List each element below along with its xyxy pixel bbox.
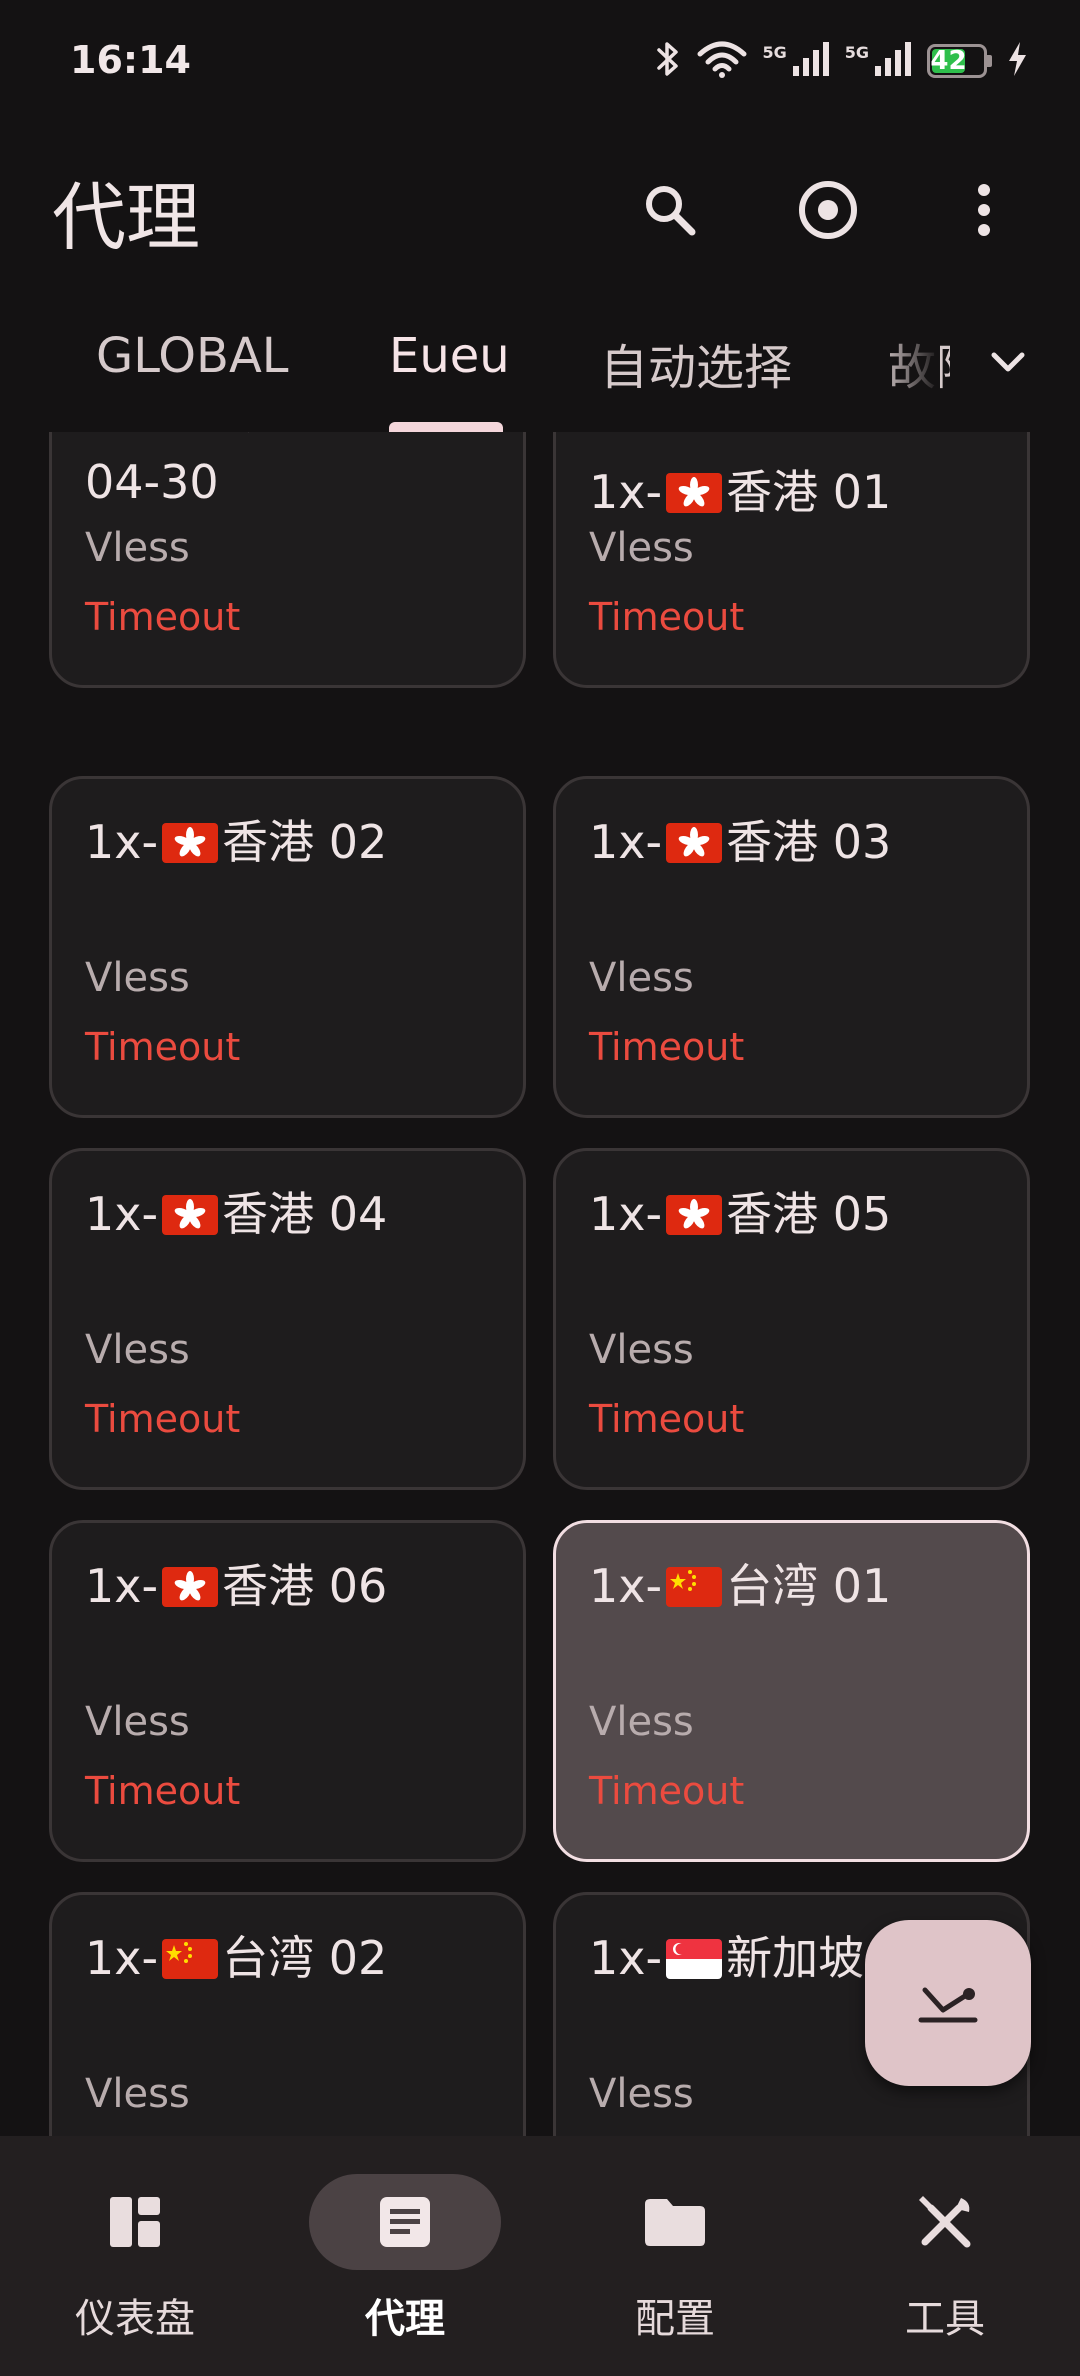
tab-indicator [389, 422, 503, 432]
proxy-card[interactable]: 套餐到期：2026-04-30 Vless Timeout [49, 432, 526, 688]
battery-icon: 42 [927, 44, 992, 78]
tab-fade [880, 300, 940, 432]
proxy-delay: Timeout [589, 595, 745, 639]
target-icon[interactable] [788, 170, 868, 250]
tw-flag-icon [162, 1938, 219, 1979]
proxy-type: Vless [589, 955, 694, 1001]
sg-flag-icon [666, 1938, 723, 1979]
proxy-type: Vless [85, 955, 190, 1001]
nav-dashboard[interactable]: 仪表盘 [0, 2136, 270, 2376]
collapse-fab[interactable] [865, 1920, 1031, 2086]
nav-profiles[interactable]: 配置 [540, 2136, 810, 2376]
hk-flag-icon [666, 822, 723, 863]
proxy-type: Vless [85, 1327, 190, 1373]
proxy-card[interactable]: 1x- 香港 01 Vless Timeout [553, 432, 1030, 688]
proxy-name: 1x- 香港 06 [85, 1559, 388, 1613]
proxy-card[interactable]: 1x- 香港 05 Vless Timeout [553, 1148, 1030, 1490]
proxy-delay: Timeout [85, 1397, 241, 1441]
collapse-icon [913, 1976, 983, 2030]
tw-flag-icon [666, 1566, 723, 1607]
tab-eueu[interactable]: Eueu [389, 328, 510, 384]
charging-icon [1006, 41, 1028, 81]
proxy-type: Vless [85, 2071, 190, 2117]
chevron-down-icon[interactable] [976, 330, 1040, 394]
proxy-name: 1x- 香港 04 [85, 1187, 388, 1241]
proxy-delay: Timeout [589, 1769, 745, 1813]
status-icons: 5G 5G 42 [654, 40, 1028, 82]
hk-flag-icon [162, 822, 219, 863]
hk-flag-icon [666, 472, 723, 513]
proxy-delay: Timeout [85, 1769, 241, 1813]
nav-label: 代理 [365, 2296, 445, 2342]
nav-proxies[interactable]: 代理 [270, 2136, 540, 2376]
more-vert-icon[interactable] [944, 170, 1024, 250]
proxy-name: 1x- 台湾 01 [589, 1559, 892, 1613]
nav-tools[interactable]: 工具 [810, 2136, 1080, 2376]
proxy-card[interactable]: 1x- 台湾 02 Vless [49, 1892, 526, 2136]
hk-flag-icon [162, 1194, 219, 1235]
proxy-card[interactable]: 1x- 香港 06 Vless Timeout [49, 1520, 526, 1862]
bluetooth-icon [654, 40, 682, 82]
proxy-type: Vless [589, 525, 694, 571]
status-bar: 16:14 5G 5G 42 [0, 0, 1080, 120]
nav-label: 仪表盘 [75, 2296, 195, 2342]
proxy-name: 1x- 香港 05 [589, 1187, 892, 1241]
signal-icon [873, 40, 913, 82]
proxy-grid: 套餐到期：2026-04-30 Vless Timeout 1x-香港 01 V… [0, 432, 1080, 2136]
proxy-type: Vless [589, 1327, 694, 1373]
proxy-name: 1x- 香港 03 [589, 815, 892, 869]
search-icon[interactable] [630, 170, 710, 250]
proxy-delay: Timeout [85, 595, 241, 639]
hk-flag-icon [162, 1566, 219, 1607]
proxy-name: 1x- 香港 01 [589, 465, 892, 519]
group-tabs: GLOBAL Eueu 自动选择 故障 [0, 300, 1080, 432]
folder-icon [579, 2174, 771, 2270]
proxy-type: Vless [589, 2071, 694, 2117]
tab-auto-select[interactable]: 自动选择 [600, 328, 792, 398]
signal-icon [791, 40, 831, 82]
proxy-type: Vless [589, 1699, 694, 1745]
article-icon [309, 2174, 501, 2270]
proxy-card[interactable]: 1x- 香港 03 Vless Timeout [553, 776, 1030, 1118]
network-label: 5G [762, 42, 787, 62]
status-time: 16:14 [70, 38, 191, 82]
app-bar: 代理 [0, 130, 1080, 280]
tools-icon [849, 2174, 1041, 2270]
bottom-navigation: 仪表盘 代理 配置 工具 [0, 2136, 1080, 2376]
proxy-card[interactable]: 1x- 香港 02 Vless Timeout [49, 776, 526, 1118]
dashboard-icon [39, 2174, 231, 2270]
network-label: 5G [844, 42, 869, 62]
proxy-delay: Timeout [589, 1025, 745, 1069]
proxy-card-selected[interactable]: 1x- 台湾 01 Vless Timeout [553, 1520, 1030, 1862]
page-title: 代理 [52, 175, 200, 261]
hk-flag-icon [666, 1194, 723, 1235]
proxy-delay: Timeout [589, 1397, 745, 1441]
tab-global[interactable]: GLOBAL [96, 328, 289, 384]
proxy-name: 1x- 台湾 02 [85, 1931, 388, 1985]
proxy-name: 1x- 香港 02 [85, 815, 388, 869]
proxy-delay: Timeout [85, 1025, 241, 1069]
nav-label: 工具 [905, 2296, 985, 2342]
proxy-name: 套餐到期：2026-04-30 [85, 432, 449, 509]
proxy-type: Vless [85, 525, 190, 571]
nav-label: 配置 [635, 2296, 715, 2342]
proxy-card[interactable]: 1x- 香港 04 Vless Timeout [49, 1148, 526, 1490]
battery-level: 42 [930, 46, 967, 76]
proxy-type: Vless [85, 1699, 190, 1745]
wifi-icon [696, 40, 748, 82]
